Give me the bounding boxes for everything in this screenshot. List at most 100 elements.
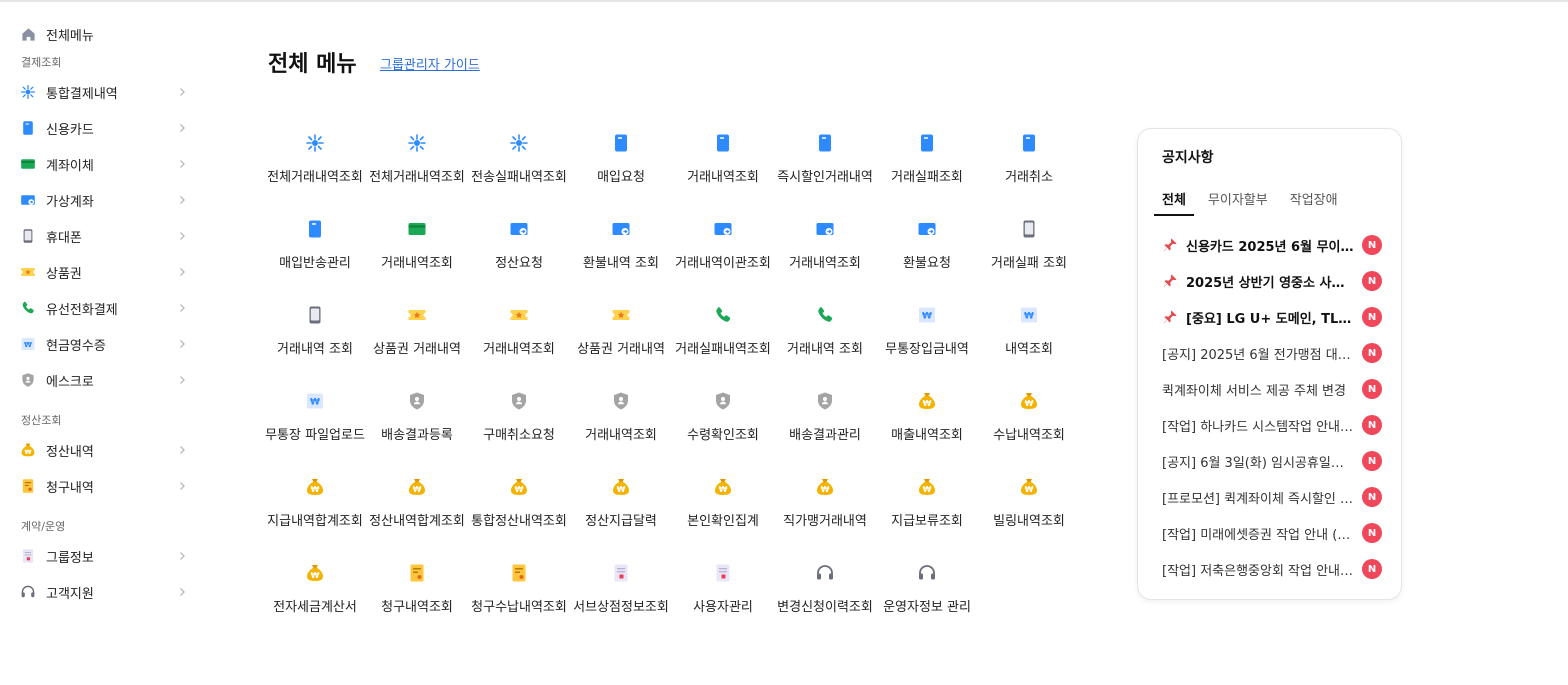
menu-tile[interactable]: 사용자관리: [672, 552, 774, 638]
sidebar-item-0-6[interactable]: 유선전화결제: [0, 290, 210, 326]
admin-guide-link[interactable]: 그룹관리자 가이드: [380, 54, 480, 73]
notice-item[interactable]: 신용카드 2025년 6월 무이자할부 안내 N: [1162, 227, 1382, 263]
menu-tile[interactable]: 변경신청이력조회: [774, 552, 876, 638]
menu-tile[interactable]: 거래내역조회: [774, 208, 876, 294]
menu-tile[interactable]: 거래내역조회: [570, 380, 672, 466]
sidebar-item-label: 통합결제내역: [46, 86, 118, 102]
sidebar-item-0-2[interactable]: 계좌이체: [0, 146, 210, 182]
menu-tile-label: 거래내역조회: [789, 256, 861, 271]
sidebar-item-1-0[interactable]: ₩ 정산내역: [0, 432, 210, 468]
notice-item[interactable]: [프로모션] 퀵계좌이체 즉시할인 이벤트 N: [1162, 479, 1382, 515]
sidebar-item-0-7[interactable]: ₩ 현금영수증: [0, 326, 210, 362]
menu-tile[interactable]: 운영자정보 관리: [876, 552, 978, 638]
notice-tab-0[interactable]: 전체: [1154, 189, 1194, 216]
menu-tile[interactable]: 거래내역조회: [468, 294, 570, 380]
menu-tile[interactable]: 청구수납내역조회: [468, 552, 570, 638]
menu-tile[interactable]: ₩ 수납내역조회: [978, 380, 1080, 466]
menu-tile[interactable]: ₩ 무통장 파일업로드: [264, 380, 366, 466]
menu-tile[interactable]: 수령확인조회: [672, 380, 774, 466]
notice-item[interactable]: [공지] 2025년 6월 전가맹점 대상 안내 N: [1162, 335, 1382, 371]
menu-tile[interactable]: 정산요청: [468, 208, 570, 294]
menu-tile[interactable]: 전송실패내역조회: [468, 122, 570, 208]
sidebar-item-0-5[interactable]: 상품권: [0, 254, 210, 290]
menu-tile[interactable]: ₩ 직가맹거래내역: [774, 466, 876, 552]
menu-tile[interactable]: 상품권 거래내역: [570, 294, 672, 380]
menu-tile[interactable]: ₩ 정산내역합계조회: [366, 466, 468, 552]
sidebar-item-2-1[interactable]: 고객지원: [0, 574, 210, 610]
menu-tile[interactable]: ₩ 전자세금계산서: [264, 552, 366, 638]
sidebar-item-2-0[interactable]: 그룹정보: [0, 538, 210, 574]
notice-item[interactable]: [공지] 6월 3일(화) 임시공휴일에 따른 안내 N: [1162, 443, 1382, 479]
notice-item[interactable]: [작업] 저축은행중앙회 작업 안내 (6월) N: [1162, 551, 1382, 587]
svg-text:₩: ₩: [1025, 485, 1034, 494]
menu-tile[interactable]: 전체거래내역조회: [366, 122, 468, 208]
escrow-shield-icon: [712, 390, 734, 412]
menu-tile[interactable]: ₩ 매출내역조회: [876, 380, 978, 466]
menu-tile[interactable]: 거래내역 조회: [774, 294, 876, 380]
notice-item[interactable]: 퀵계좌이체 서비스 제공 주체 변경 N: [1162, 371, 1382, 407]
menu-tile-label: 환불내역 조회: [583, 256, 659, 271]
money-bag-icon: ₩: [1018, 390, 1040, 412]
menu-tile[interactable]: 거래내역조회: [672, 122, 774, 208]
sidebar-home[interactable]: 전체메뉴: [0, 16, 210, 52]
menu-tile[interactable]: 상품권 거래내역: [366, 294, 468, 380]
menu-tile[interactable]: 환불내역 조회: [570, 208, 672, 294]
menu-tile[interactable]: ₩ 정산지급달력: [570, 466, 672, 552]
chevron-right-icon: [174, 192, 190, 208]
menu-tile[interactable]: 전체거래내역조회: [264, 122, 366, 208]
notice-tab-1[interactable]: 무이자할부: [1208, 189, 1268, 216]
menu-tile-label: 통합정산내역조회: [471, 514, 567, 529]
notice-item[interactable]: [중요] LG U+ 도메인, TLS 변경 안내 N: [1162, 299, 1382, 335]
sidebar-item-0-0[interactable]: 통합결제내역: [0, 74, 210, 110]
sidebar-item-0-1[interactable]: 신용카드: [0, 110, 210, 146]
menu-tile[interactable]: 거래실패내역조회: [672, 294, 774, 380]
pin-icon: [1162, 309, 1178, 325]
sidebar-item-label: 에스크로: [46, 374, 94, 390]
notice-item[interactable]: [작업] 하나카드 시스템작업 안내 (6월) N: [1162, 407, 1382, 443]
menu-tile[interactable]: 거래내역 조회: [264, 294, 366, 380]
chevron-right-icon: [174, 372, 190, 388]
menu-tile[interactable]: 거래내역이관조회: [672, 208, 774, 294]
notice-item[interactable]: 2025년 상반기 영중소 사업자 안내 N: [1162, 263, 1382, 299]
menu-tile[interactable]: ₩ 무통장입금내역: [876, 294, 978, 380]
network-icon: [304, 132, 326, 154]
sidebar-item-0-3[interactable]: 가상계좌: [0, 182, 210, 218]
menu-tile-label: 무통장 파일업로드: [265, 428, 365, 443]
notice-item[interactable]: [작업] 미래에셋증권 작업 안내 (2025) N: [1162, 515, 1382, 551]
menu-tile[interactable]: 거래실패 조회: [978, 208, 1080, 294]
menu-tile[interactable]: 매입요청: [570, 122, 672, 208]
menu-tile[interactable]: 거래실패조회: [876, 122, 978, 208]
menu-tile[interactable]: ₩ 본인확인집계: [672, 466, 774, 552]
sidebar-item-0-8[interactable]: 에스크로: [0, 362, 210, 398]
sidebar-item-0-4[interactable]: 휴대폰: [0, 218, 210, 254]
menu-tile[interactable]: ₩ 빌링내역조회: [978, 466, 1080, 552]
menu-tile[interactable]: ₩ 통합정산내역조회: [468, 466, 570, 552]
money-bag-icon: ₩: [1018, 476, 1040, 498]
menu-tile[interactable]: 거래내역조회: [366, 208, 468, 294]
new-badge: N: [1362, 307, 1382, 327]
menu-tile-label: 청구내역조회: [381, 600, 453, 615]
menu-tile-label: 무통장입금내역: [885, 342, 969, 357]
menu-tile[interactable]: 거래취소: [978, 122, 1080, 208]
menu-tile[interactable]: ₩ 내역조회: [978, 294, 1080, 380]
notice-item-text: 퀵계좌이체 서비스 제공 주체 변경: [1162, 383, 1346, 399]
menu-tile[interactable]: 매입반송관리: [264, 208, 366, 294]
new-badge: N: [1362, 271, 1382, 291]
svg-text:₩: ₩: [1025, 399, 1034, 408]
notice-item-text: 2025년 상반기 영중소 사업자 안내: [1186, 275, 1354, 291]
menu-tile[interactable]: 배송결과관리: [774, 380, 876, 466]
menu-tile[interactable]: 청구내역조회: [366, 552, 468, 638]
menu-tile-label: 환불요청: [903, 256, 951, 271]
menu-tile[interactable]: 배송결과등록: [366, 380, 468, 466]
menu-tile[interactable]: ₩ 지급보류조회: [876, 466, 978, 552]
notice-tab-2[interactable]: 작업장애: [1290, 189, 1338, 216]
menu-tile-label: 정산요청: [495, 256, 543, 271]
menu-tile[interactable]: 환불요청: [876, 208, 978, 294]
menu-tile-label: 상품권 거래내역: [577, 342, 665, 357]
menu-tile[interactable]: 서브상점정보조회: [570, 552, 672, 638]
menu-tile[interactable]: 즉시할인거래내역: [774, 122, 876, 208]
sidebar-item-1-1[interactable]: 청구내역: [0, 468, 210, 504]
menu-tile[interactable]: ₩ 지급내역합계조회: [264, 466, 366, 552]
menu-tile[interactable]: 구매취소요청: [468, 380, 570, 466]
network-icon: [406, 132, 428, 154]
